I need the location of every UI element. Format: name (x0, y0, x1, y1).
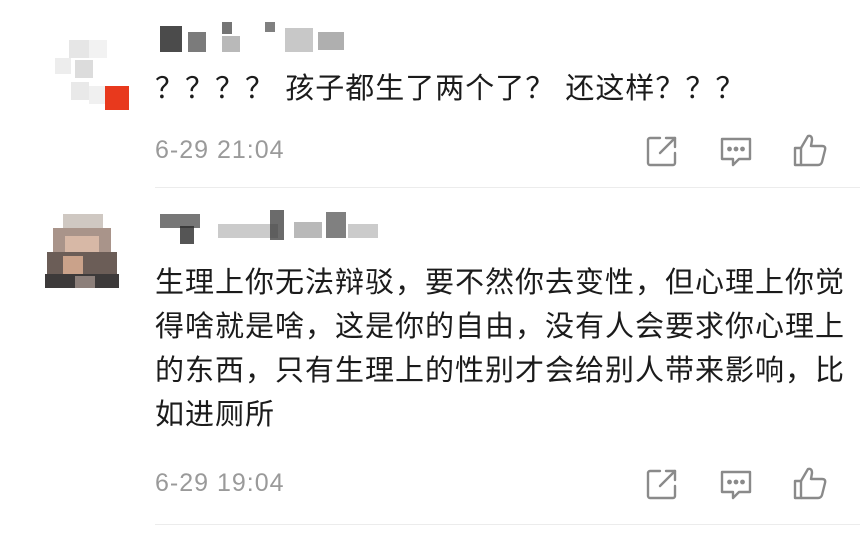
share-icon[interactable] (643, 132, 681, 170)
comment-item-1: ？？？？ 孩子都生了两个了？ 还这样？？？ 6-29 21:04 (0, 0, 860, 190)
avatar[interactable] (45, 212, 119, 292)
comment-timestamp: 6-29 21:04 (155, 136, 285, 164)
comment-text: 生理上你无法辩驳，要不然你去变性，但心理上你觉得啥就是啥，这是你的自由，没有人会… (155, 265, 846, 431)
divider (155, 524, 860, 525)
like-icon[interactable] (791, 132, 829, 170)
comment-meta: 6-29 21:04 (155, 132, 845, 172)
comment-item-2: 生理上你无法辩驳，要不然你去变性，但心理上你觉得啥就是啥，这是你的自由，没有人会… (0, 190, 860, 540)
reply-icon[interactable] (717, 132, 755, 170)
divider (155, 187, 860, 188)
share-icon[interactable] (643, 465, 681, 503)
comment-timestamp: 6-29 19:04 (155, 469, 285, 497)
username-obscured[interactable] (160, 210, 390, 244)
comment-text: ？？？？ 孩子都生了两个了？ 还这样？？？ (155, 71, 746, 105)
avatar[interactable] (55, 30, 129, 110)
comment-meta: 6-29 19:04 (155, 465, 845, 505)
like-icon[interactable] (791, 465, 829, 503)
username-obscured[interactable] (160, 22, 360, 52)
reply-icon[interactable] (717, 465, 755, 503)
